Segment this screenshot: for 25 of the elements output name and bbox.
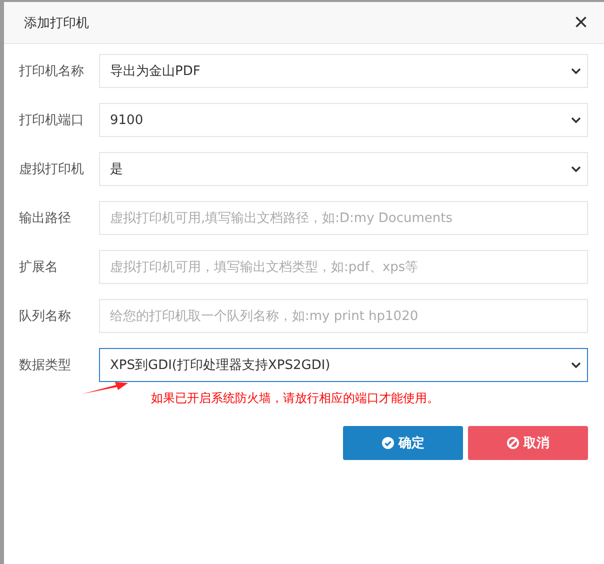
dialog-title: 添加打印机 [24,14,89,32]
field-label: 数据类型 [19,357,72,374]
arrow-annotation [82,381,128,395]
chevron-down-icon [571,362,581,368]
field-label: 打印机名称 [19,63,85,80]
chevron-down-icon [571,68,581,74]
ban-icon [506,437,518,449]
input-field[interactable]: 给您的打印机取一个队列名称，如:my print hp1020 [99,299,588,333]
confirm-button[interactable]: 确定 [343,426,463,460]
field-label: 打印机端口 [19,112,85,129]
select-field[interactable]: 是 [99,152,588,186]
field-label: 输出路径 [19,210,72,227]
check-circle-icon [382,437,394,449]
chevron-down-icon [571,166,581,172]
select-field[interactable]: 导出为金山PDF [99,54,588,88]
input-field[interactable]: 虚拟打印机可用,填写输出文档路径，如:D:my Documents [99,201,588,235]
close-button[interactable]: × [574,10,588,34]
field-label: 队列名称 [19,308,72,325]
chevron-down-icon [571,116,581,124]
select-field[interactable]: XPS到GDI(打印处理器支持XPS2GDI) [99,348,588,382]
warning-text: 如果已开启系统防火墙，请放行相应的端口才能使用。 [151,390,440,407]
input-field[interactable]: 虚拟打印机可用，填写输出文档类型，如:pdf、xps等 [99,250,588,284]
select-field[interactable]: 9100 [99,103,588,137]
field-label: 扩展名 [19,259,59,276]
field-label: 虚拟打印机 [19,161,85,178]
